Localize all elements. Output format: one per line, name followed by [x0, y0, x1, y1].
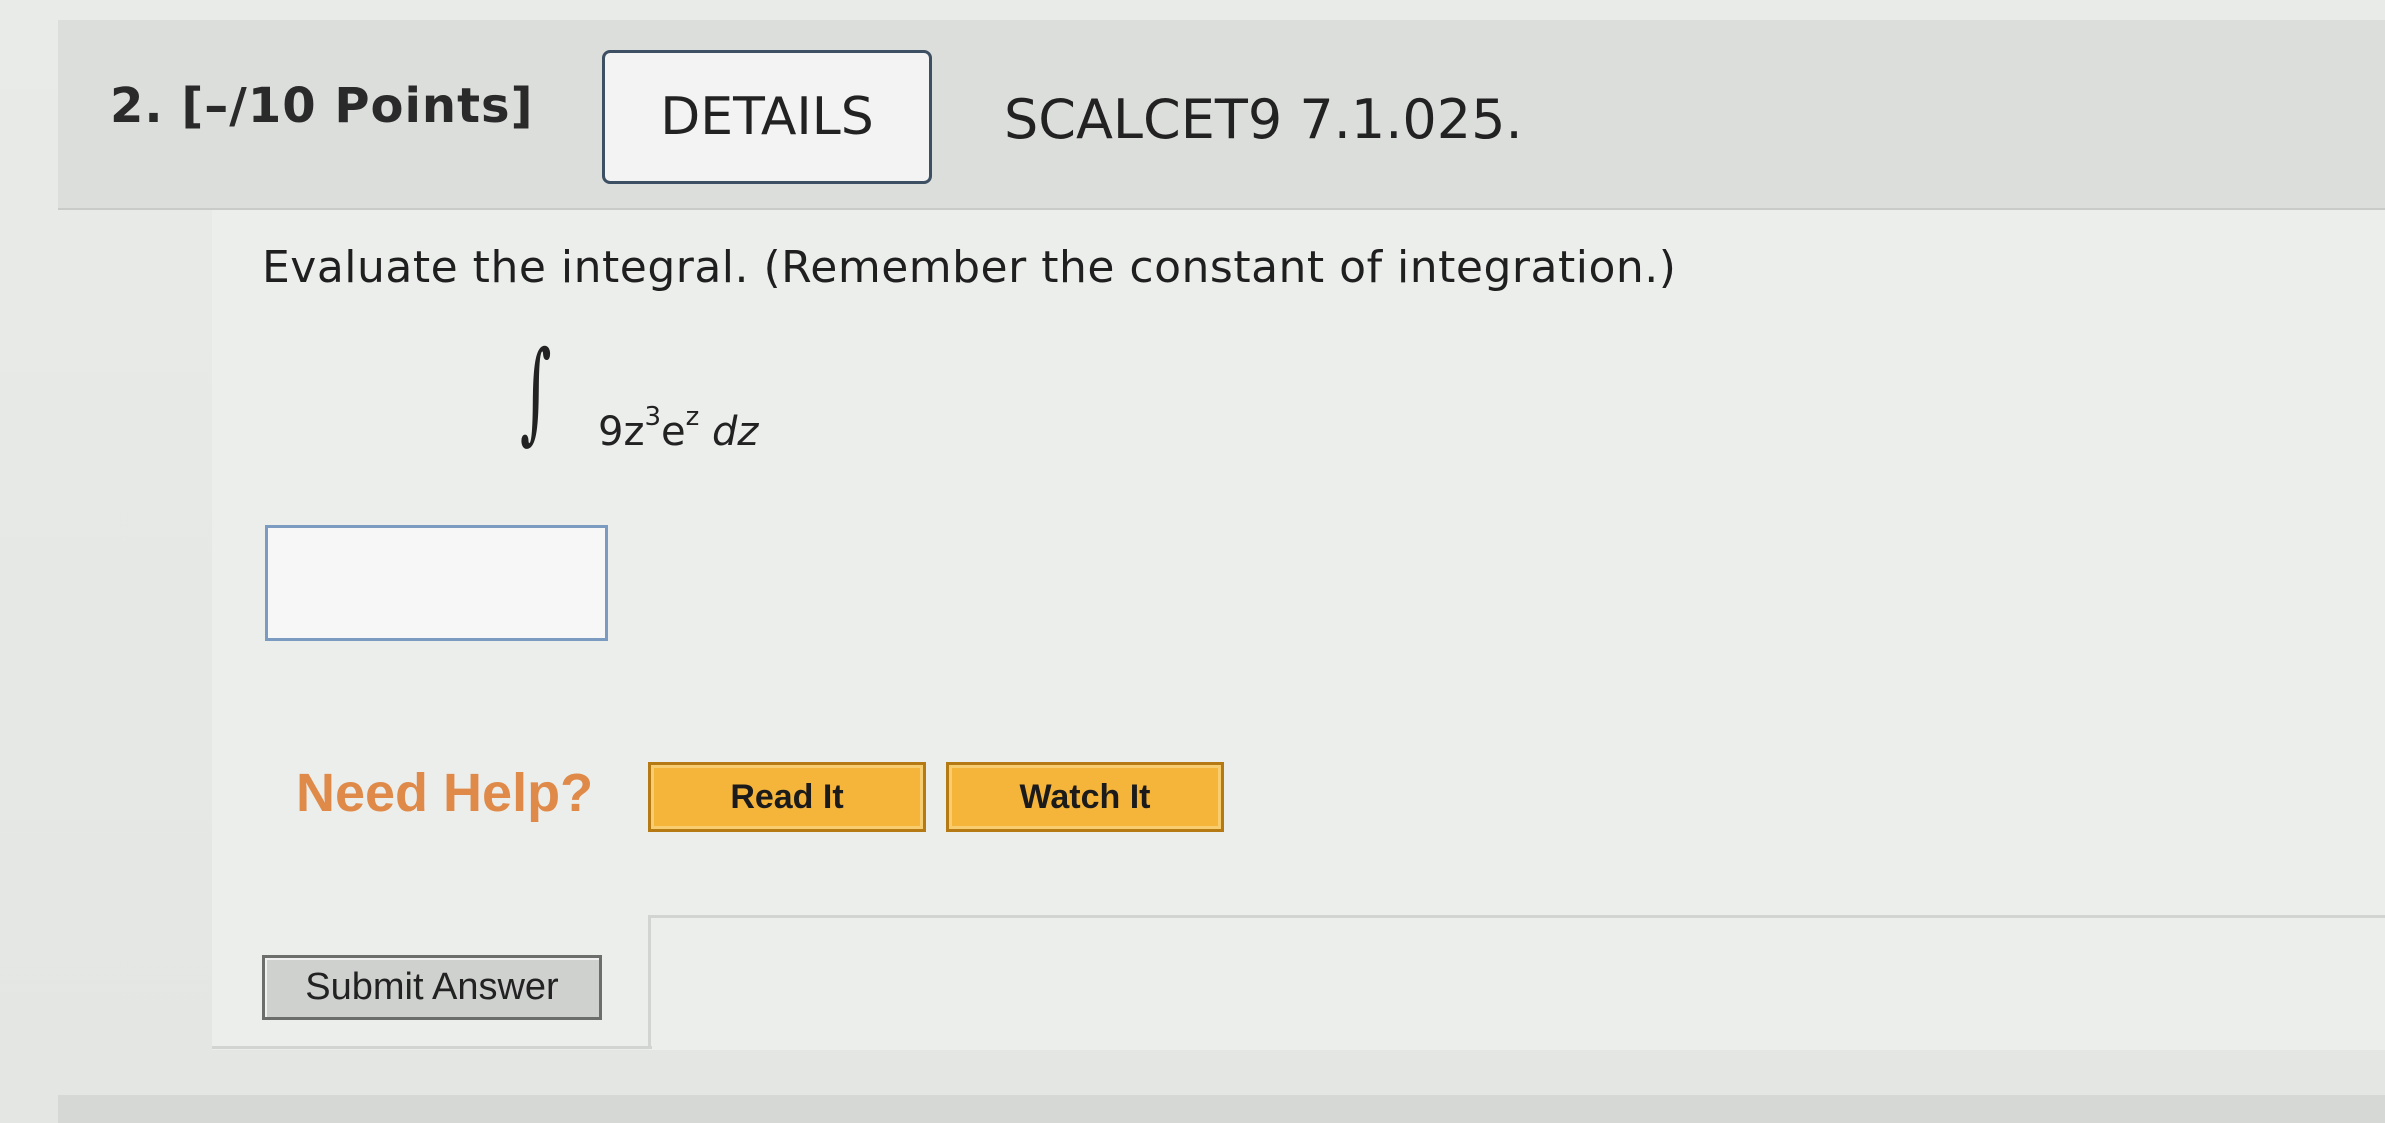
next-question-strip — [58, 1095, 2385, 1123]
question-source-code: SCALCET9 7.1.025. — [1004, 88, 1523, 151]
divider — [648, 915, 651, 1049]
integrand-exponent-2: z — [685, 402, 700, 432]
question-number-points: 2. [–/10 Points] — [110, 78, 534, 134]
integrand-coefficient: 9z — [598, 409, 645, 455]
divider — [212, 1046, 652, 1049]
details-button[interactable]: DETAILS — [602, 50, 932, 184]
divider — [648, 915, 2385, 918]
problem-prompt: Evaluate the integral. (Remember the con… — [262, 242, 1677, 293]
read-it-button[interactable]: Read It — [648, 762, 926, 832]
integrand-differential: dz — [711, 409, 759, 455]
integral-sign: ∫ — [520, 327, 552, 455]
integrand-expression: 9z3ez dz — [598, 402, 758, 455]
integrand-base-e: e — [661, 409, 686, 455]
integrand-exponent-1: 3 — [644, 402, 661, 432]
page: 2. [–/10 Points] DETAILS SCALCET9 7.1.02… — [0, 0, 2385, 1123]
submit-answer-button[interactable]: Submit Answer — [262, 955, 602, 1020]
watch-it-button[interactable]: Watch It — [946, 762, 1224, 832]
need-help-label: Need Help? — [296, 763, 594, 823]
answer-input[interactable] — [265, 525, 608, 641]
